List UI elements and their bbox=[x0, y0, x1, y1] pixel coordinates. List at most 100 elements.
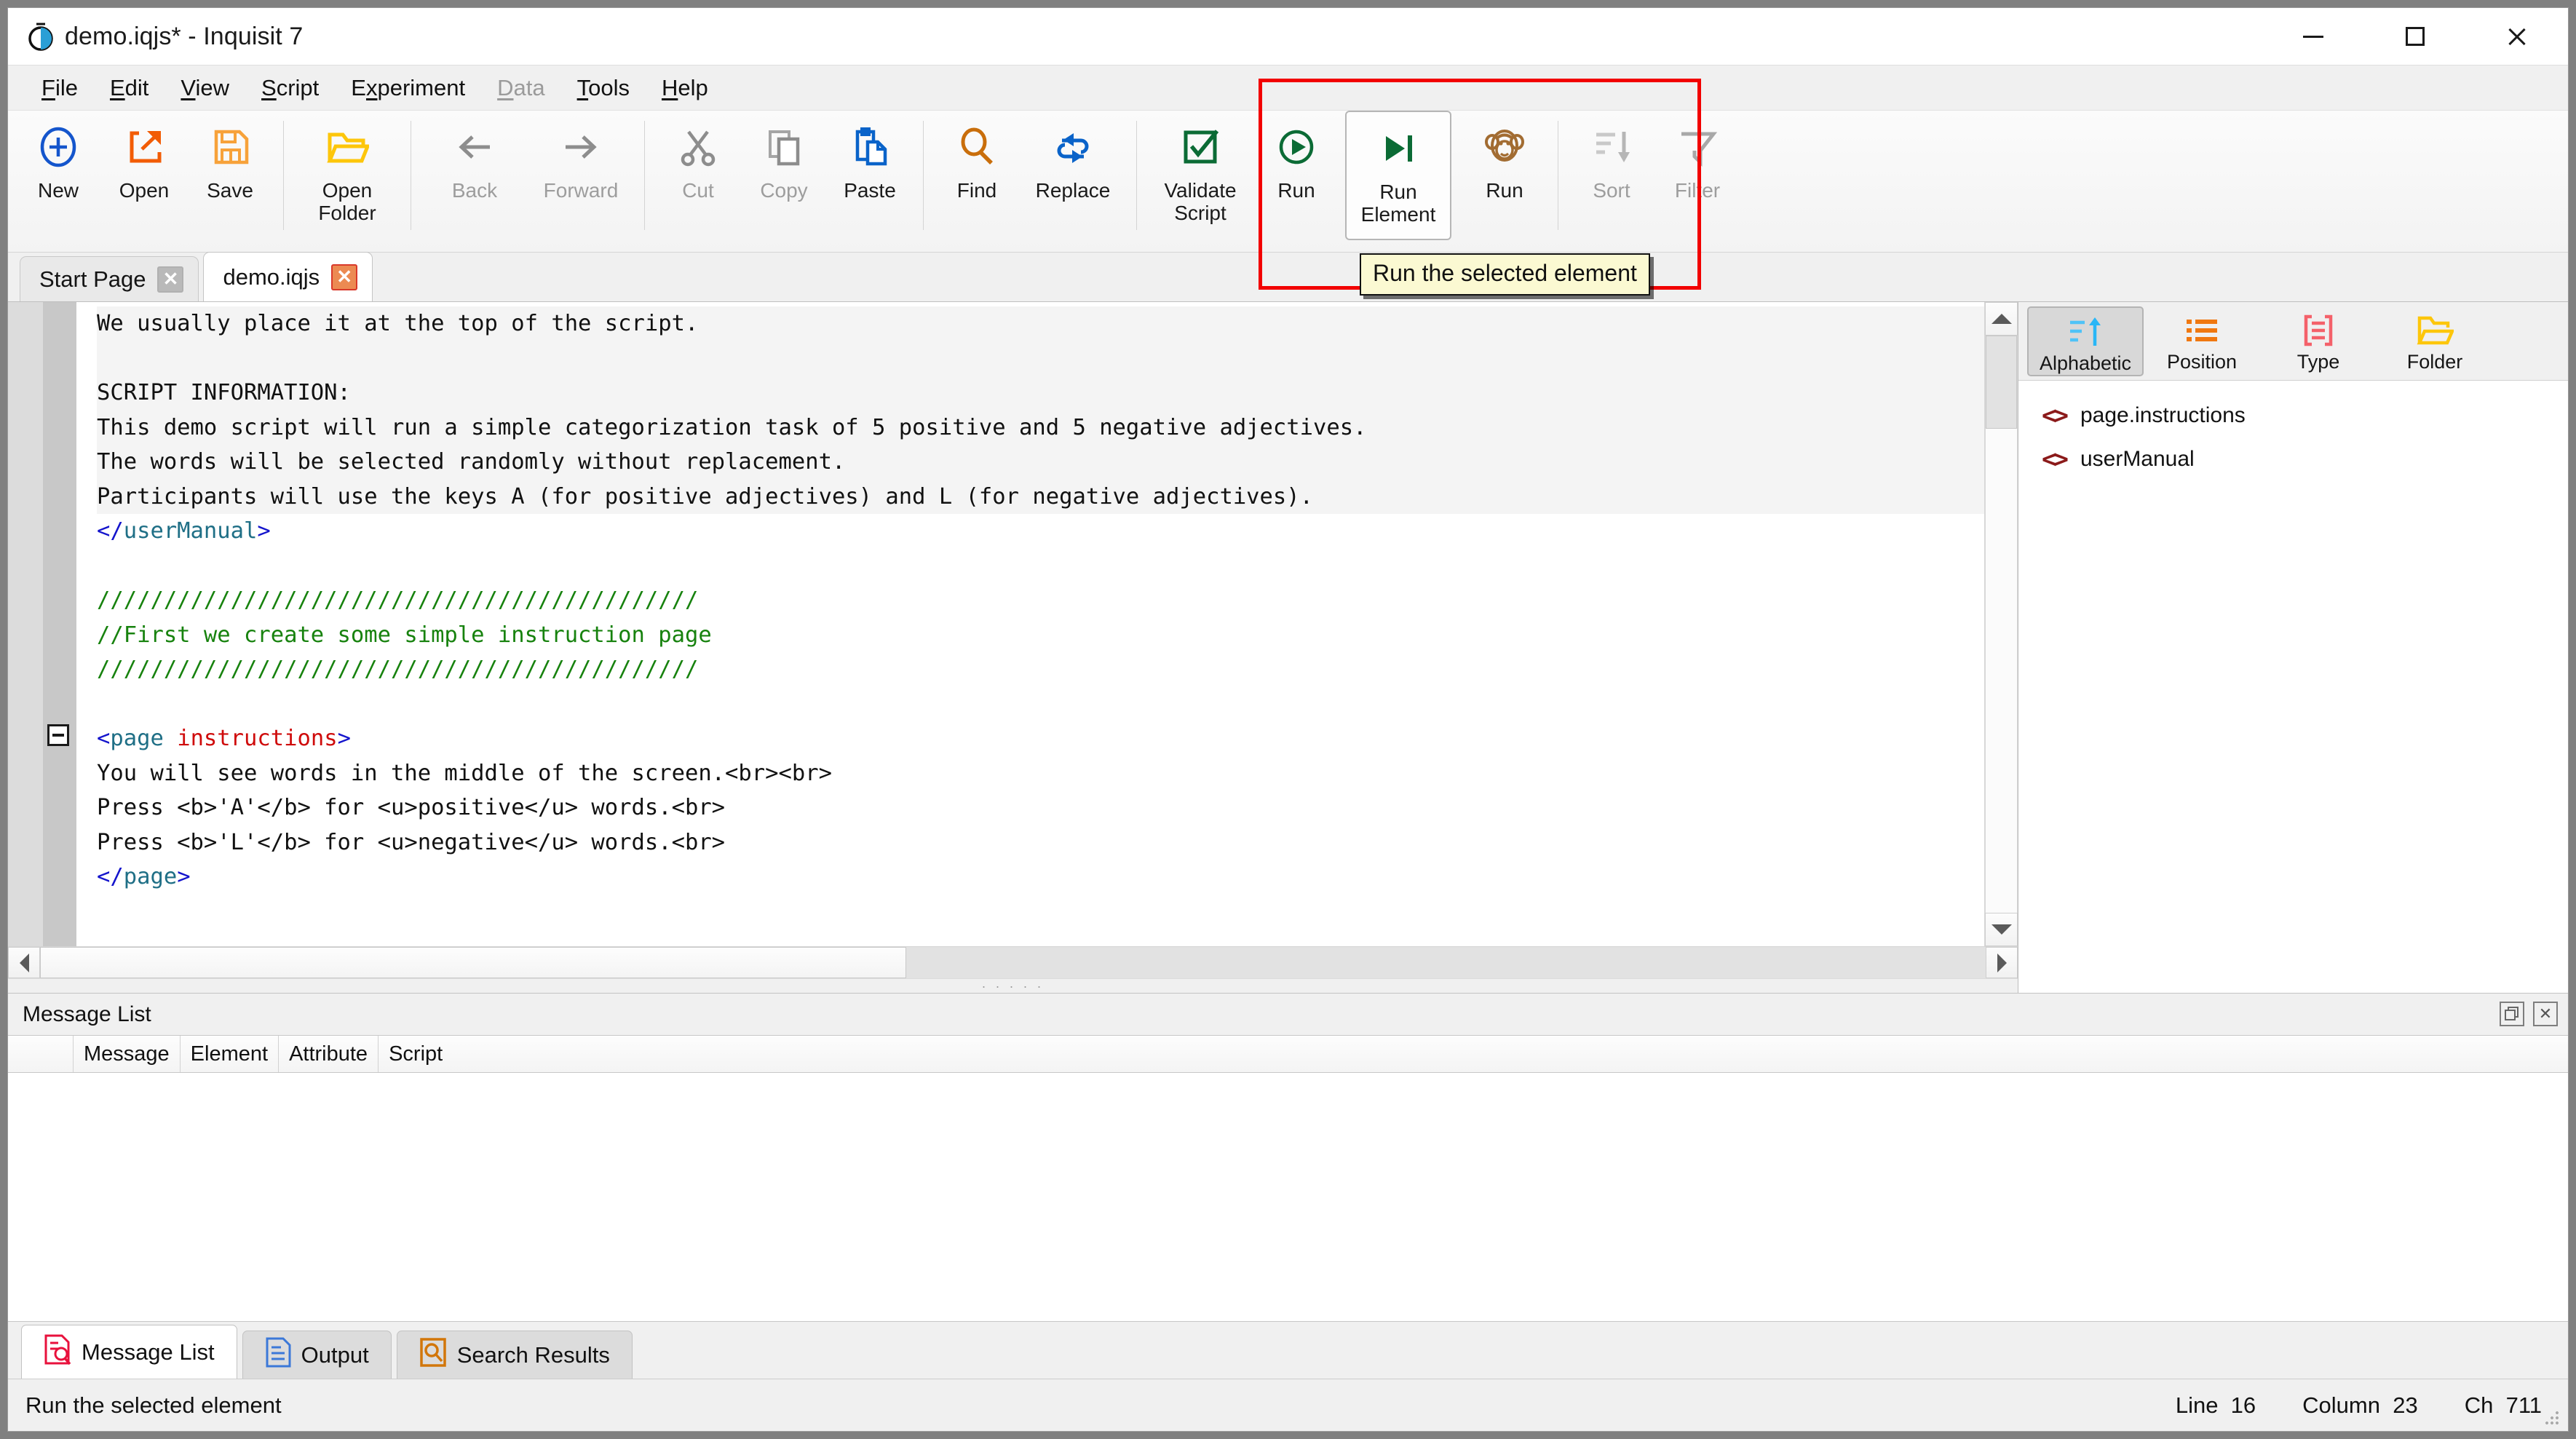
dock-header-buttons: ✕ bbox=[2500, 1002, 2558, 1026]
code-line: You will see words in the middle of the … bbox=[97, 760, 832, 786]
find-button[interactable]: Find bbox=[934, 111, 1020, 240]
status-message: Run the selected element bbox=[25, 1392, 282, 1418]
list-item[interactable]: <> page.instructions bbox=[2018, 394, 2568, 437]
bottom-tabs: Message List Output Search Results bbox=[8, 1322, 2568, 1379]
sort-position-button[interactable]: Position bbox=[2144, 306, 2260, 376]
editor-horizontal-scrollbar[interactable] bbox=[8, 946, 2018, 978]
code-brackets-icon: <> bbox=[2042, 445, 2069, 474]
open-folder-button[interactable]: Open Folder bbox=[294, 111, 400, 240]
vscroll-thumb[interactable] bbox=[1986, 336, 2017, 429]
floppy-disk-icon bbox=[209, 121, 251, 173]
vscroll-track[interactable] bbox=[1985, 336, 2018, 913]
tab-search-results[interactable]: Search Results bbox=[396, 1331, 633, 1379]
search-results-icon bbox=[419, 1337, 447, 1373]
document-icon bbox=[265, 1337, 291, 1373]
menu-experiment[interactable]: Experiment bbox=[335, 71, 481, 106]
run-monkey-button[interactable]: Run bbox=[1462, 111, 1547, 240]
menu-data: Data bbox=[497, 74, 545, 100]
menu-script[interactable]: Script bbox=[245, 71, 335, 106]
editor-vertical-scrollbar[interactable] bbox=[1984, 302, 2018, 946]
toolbar-separator bbox=[283, 121, 284, 230]
horizontal-splitter[interactable]: · · · · · bbox=[8, 978, 2018, 993]
code-line: Press <b>'L'</b> for <u>negative</u> wor… bbox=[97, 829, 726, 855]
forward-button: Forward bbox=[528, 111, 634, 240]
scroll-up-icon[interactable] bbox=[1985, 302, 2018, 336]
elements-list[interactable]: <> page.instructions <> userManual bbox=[2018, 381, 2568, 993]
scroll-right-icon[interactable] bbox=[1986, 947, 2018, 978]
toolbar-label: Open Folder bbox=[318, 179, 376, 225]
sort-button-label: Folder bbox=[2406, 350, 2463, 373]
toolbar-label: Run bbox=[1486, 179, 1523, 202]
hscroll-thumb[interactable] bbox=[40, 947, 906, 978]
code-editor[interactable]: We usually place it at the top of the sc… bbox=[8, 302, 2018, 946]
column-element[interactable]: Element bbox=[181, 1036, 280, 1072]
code-editor-panel: We usually place it at the top of the sc… bbox=[8, 302, 2018, 993]
tab-output[interactable]: Output bbox=[242, 1331, 392, 1379]
close-icon[interactable]: ✕ bbox=[331, 263, 358, 290]
window-title: demo.iqjs* - Inquisit 7 bbox=[65, 22, 304, 50]
main-body: We usually place it at the top of the sc… bbox=[8, 302, 2568, 993]
stopwatch-icon bbox=[25, 21, 56, 52]
code-text[interactable]: We usually place it at the top of the sc… bbox=[76, 302, 1984, 946]
column-message[interactable]: Message bbox=[74, 1036, 181, 1072]
minimize-icon[interactable] bbox=[2262, 8, 2364, 65]
tab-message-list[interactable]: Message List bbox=[21, 1325, 237, 1379]
run-element-button[interactable]: Run Element bbox=[1345, 111, 1451, 240]
menu-edit[interactable]: Edit bbox=[94, 71, 165, 106]
toolbar-label: Filter bbox=[1674, 179, 1721, 202]
doctab-demo-iqjs[interactable]: demo.iqjs ✕ bbox=[203, 252, 373, 301]
elements-sort-toolbar: Alphabetic Position Type Folder bbox=[2018, 302, 2568, 381]
code-line: </userManual> bbox=[97, 518, 271, 544]
monkey-icon bbox=[1483, 121, 1526, 173]
application-window: demo.iqjs* - Inquisit 7 File Edit View S… bbox=[7, 7, 2569, 1432]
sort-button-label: Position bbox=[2166, 350, 2238, 373]
toolbar-separator bbox=[1136, 121, 1137, 230]
fold-collapse-icon[interactable] bbox=[47, 724, 69, 746]
back-button: Back bbox=[421, 111, 528, 240]
close-icon[interactable]: ✕ bbox=[157, 266, 184, 293]
menu-view[interactable]: View bbox=[165, 71, 245, 106]
replace-button[interactable]: Replace bbox=[1020, 111, 1126, 240]
code-line: Participants will use the keys A (for po… bbox=[97, 479, 1984, 514]
sort-button: Sort bbox=[1569, 111, 1654, 240]
run-button[interactable]: Run bbox=[1253, 111, 1339, 240]
hscroll-track[interactable] bbox=[40, 947, 1986, 978]
menu-tools[interactable]: Tools bbox=[561, 71, 646, 106]
float-window-icon[interactable] bbox=[2500, 1002, 2524, 1026]
close-icon[interactable] bbox=[2466, 8, 2568, 65]
menu-file[interactable]: File bbox=[25, 71, 94, 106]
sort-alphabetic-button[interactable]: Alphabetic bbox=[2027, 306, 2144, 376]
play-to-end-icon bbox=[1377, 122, 1419, 175]
paste-button[interactable]: Paste bbox=[827, 111, 913, 240]
scroll-down-icon[interactable] bbox=[1985, 913, 2018, 946]
menu-help[interactable]: Help bbox=[646, 71, 724, 106]
doctab-label: demo.iqjs bbox=[223, 263, 320, 290]
column-attribute[interactable]: Attribute bbox=[279, 1036, 379, 1072]
validate-script-button[interactable]: Validate Script bbox=[1147, 111, 1253, 240]
column-script[interactable]: Script bbox=[379, 1036, 453, 1072]
sort-type-button[interactable]: Type bbox=[2260, 306, 2377, 376]
scroll-left-icon[interactable] bbox=[8, 947, 40, 978]
message-list-body[interactable] bbox=[8, 1073, 2568, 1322]
open-button[interactable]: Open bbox=[101, 111, 187, 240]
toolbar-label: Save bbox=[207, 179, 253, 202]
maximize-icon[interactable] bbox=[2364, 8, 2466, 65]
message-list-icon bbox=[44, 1334, 71, 1371]
doctab-start-page[interactable]: Start Page ✕ bbox=[20, 256, 199, 301]
toolbar-label: Paste bbox=[844, 179, 896, 202]
toolbar-separator bbox=[644, 121, 645, 230]
cut-button: Cut bbox=[655, 111, 741, 240]
sort-folder-button[interactable]: Folder bbox=[2377, 306, 2493, 376]
editor-gutter-fold[interactable] bbox=[43, 302, 76, 946]
resize-grip[interactable] bbox=[2545, 1411, 2561, 1427]
new-button[interactable]: New bbox=[15, 111, 101, 240]
message-list-columns: Message Element Attribute Script bbox=[8, 1035, 2568, 1073]
list-item[interactable]: <> userManual bbox=[2018, 437, 2568, 481]
save-button[interactable]: Save bbox=[187, 111, 273, 240]
toolbar-label: Sort bbox=[1593, 179, 1630, 202]
close-icon[interactable]: ✕ bbox=[2533, 1002, 2558, 1026]
scissors-icon bbox=[677, 121, 719, 173]
bullet-list-icon bbox=[2184, 311, 2220, 350]
sort-button-label: Alphabetic bbox=[2039, 352, 2132, 374]
document-tabs: Start Page ✕ demo.iqjs ✕ bbox=[8, 252, 2568, 302]
